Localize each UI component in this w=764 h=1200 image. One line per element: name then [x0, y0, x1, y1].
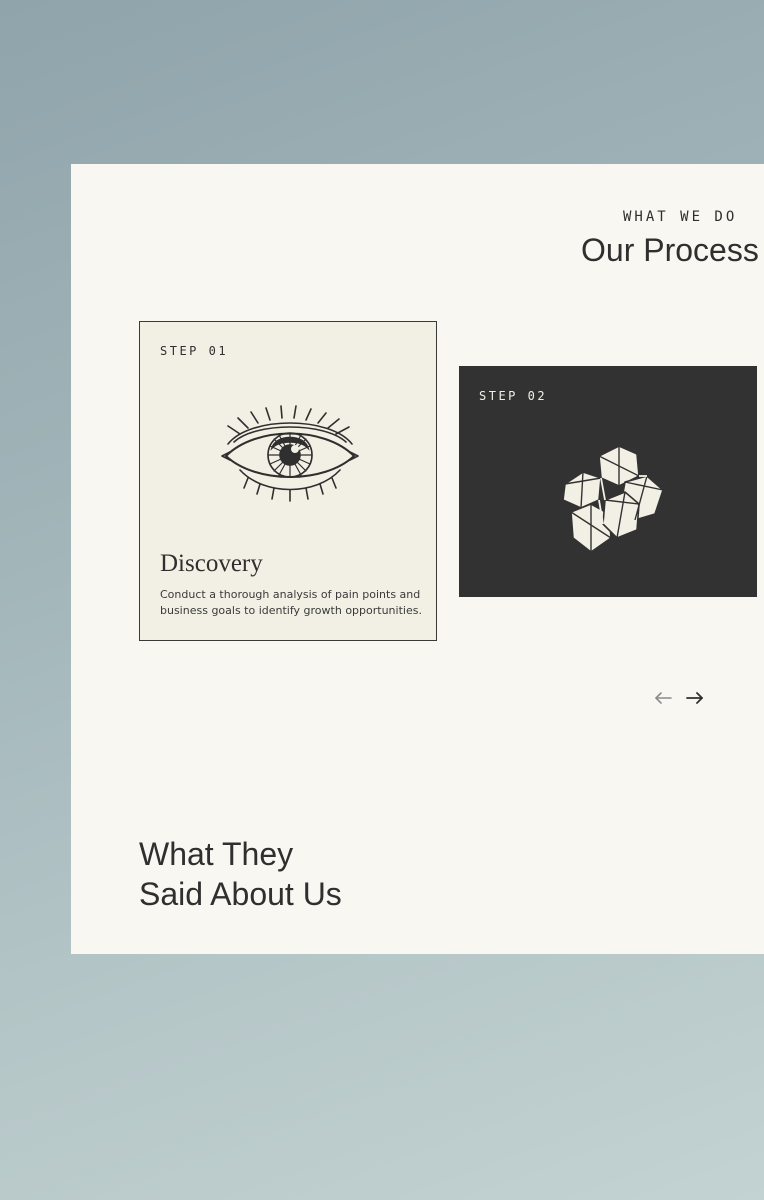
step-label: STEP 01: [160, 344, 229, 358]
section-eyebrow: WHAT WE DO: [623, 209, 738, 225]
content-panel: WHAT WE DO Our Process STEP 01 Discovery…: [71, 164, 764, 954]
eye-icon: [221, 405, 359, 502]
testimonials-heading: What They Said About Us: [139, 834, 342, 914]
arrow-right-icon[interactable]: [685, 688, 705, 708]
process-card-discovery[interactable]: STEP 01 Discovery Conduct a thorough ana…: [139, 321, 437, 641]
testimonials-heading-line-2: Said About Us: [139, 876, 342, 912]
testimonials-heading-line-1: What They: [139, 836, 294, 872]
card-description: Conduct a thorough analysis of pain poin…: [160, 588, 422, 617]
card-title: Discovery: [160, 550, 263, 577]
carousel-navigation: [653, 688, 705, 708]
arrow-left-icon[interactable]: [653, 688, 673, 708]
step-label: STEP 02: [479, 389, 548, 403]
crystal-cluster-icon: [562, 445, 664, 553]
process-card-step-02[interactable]: STEP 02: [459, 366, 757, 597]
section-title: Our Process: [581, 232, 759, 268]
